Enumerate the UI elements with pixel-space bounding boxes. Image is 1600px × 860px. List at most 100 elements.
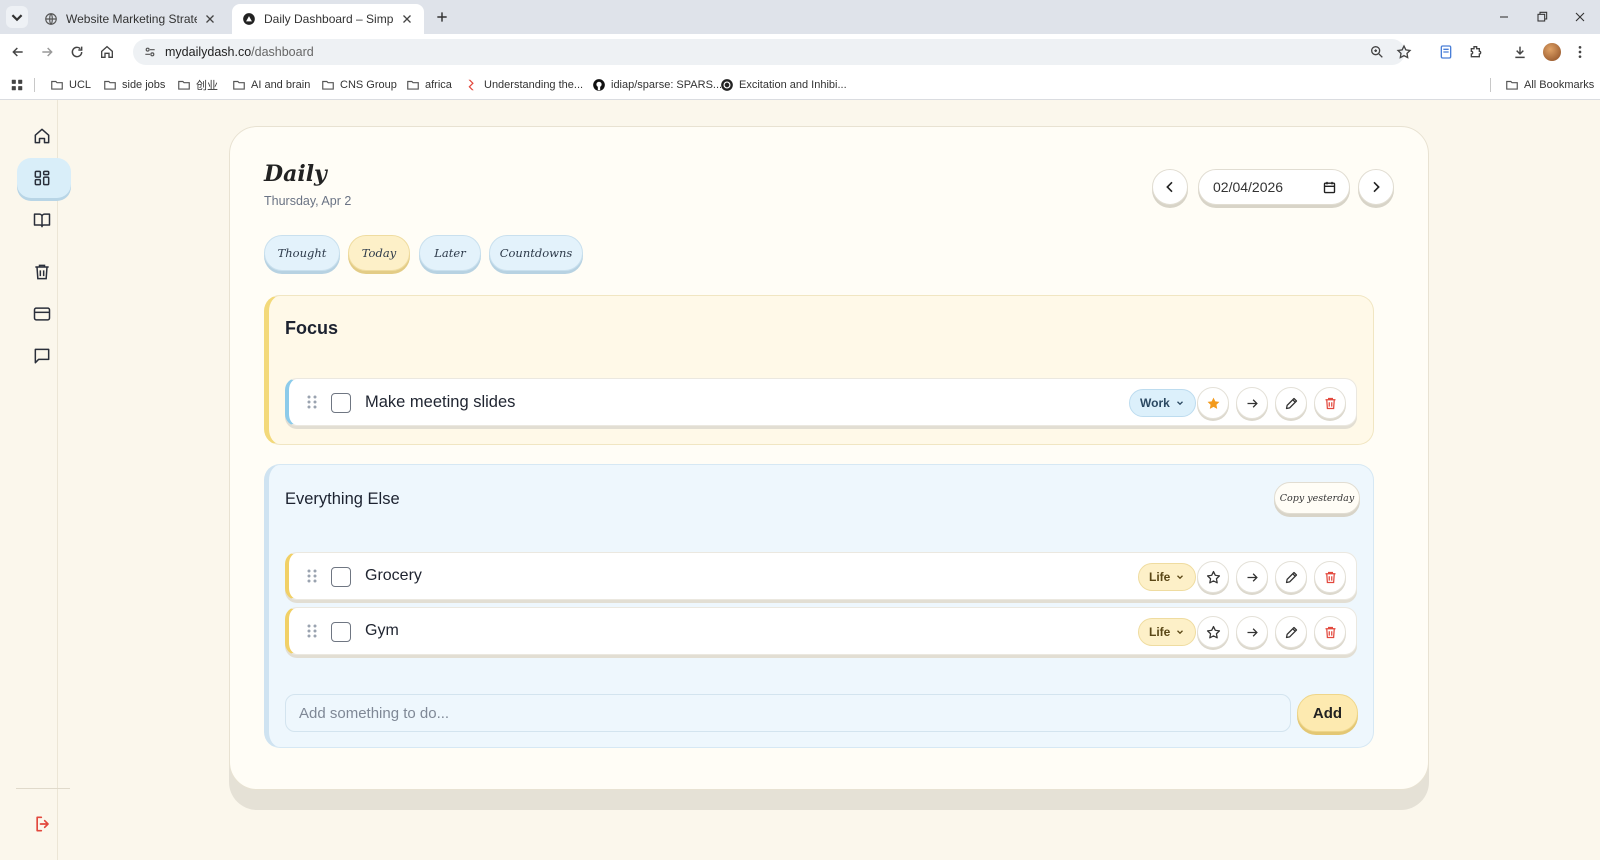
- everything-else-title: Everything Else: [285, 490, 400, 508]
- extensions-icon[interactable]: [1468, 44, 1484, 60]
- sidebar-item-journal[interactable]: [17, 200, 71, 240]
- url-text: mydailydash.co/dashboard: [165, 45, 314, 59]
- zoom-icon[interactable]: [1369, 44, 1385, 60]
- bookmark-item[interactable]: Understanding the...: [465, 76, 583, 94]
- sidebar-item-home[interactable]: [17, 116, 71, 156]
- daily-dashboard-card: Daily Thursday, Apr 2 02/04/2026 Thought…: [229, 126, 1429, 790]
- star-button[interactable]: [1197, 387, 1229, 419]
- category-dropdown[interactable]: Life: [1138, 618, 1197, 646]
- bookmark-item[interactable]: idiap/sparse: SPARS...: [592, 76, 722, 94]
- add-task-button[interactable]: Add: [1297, 694, 1358, 732]
- arrow-right-icon: [1245, 570, 1260, 585]
- delete-button[interactable]: [1314, 387, 1346, 419]
- trash-icon: [1323, 396, 1338, 411]
- chevron-down-icon: [1175, 627, 1185, 637]
- reading-mode-icon[interactable]: [1438, 44, 1454, 60]
- task-row[interactable]: Grocery Life: [285, 552, 1357, 600]
- task-text: Gym: [365, 622, 399, 639]
- browser-tab-active[interactable]: Daily Dashboard – Simple Life &: [232, 4, 424, 34]
- home-browser-icon[interactable]: [99, 44, 115, 60]
- downloads-icon[interactable]: [1512, 44, 1528, 60]
- task-row[interactable]: Gym Life: [285, 607, 1357, 655]
- close-window-icon[interactable]: [1572, 9, 1588, 25]
- move-later-button[interactable]: [1236, 616, 1268, 648]
- all-bookmarks-button[interactable]: All Bookmarks: [1505, 76, 1594, 94]
- edit-button[interactable]: [1275, 387, 1307, 419]
- new-tab-plus-icon[interactable]: [434, 9, 450, 25]
- sidebar-item-trash[interactable]: [17, 252, 71, 292]
- add-task-input[interactable]: [285, 694, 1291, 732]
- move-later-button[interactable]: [1236, 387, 1268, 419]
- delete-button[interactable]: [1314, 561, 1346, 593]
- star-outline-icon: [1206, 570, 1221, 585]
- task-text: Make meeting slides: [365, 393, 516, 411]
- move-later-button[interactable]: [1236, 561, 1268, 593]
- chevron-down-icon: [1175, 398, 1185, 408]
- bookmark-item[interactable]: Excitation and Inhibi...: [720, 76, 847, 94]
- edit-button[interactable]: [1275, 616, 1307, 648]
- dashboard-grid-icon: [32, 168, 52, 188]
- folder-icon: [177, 78, 191, 92]
- profile-avatar[interactable]: [1543, 43, 1561, 61]
- bookmark-star-icon[interactable]: [1396, 44, 1412, 60]
- browser-tab[interactable]: Website Marketing Strategies: [34, 4, 227, 34]
- all-bookmarks-label: All Bookmarks: [1524, 79, 1595, 91]
- star-button[interactable]: [1197, 561, 1229, 593]
- bookmark-item[interactable]: CNS Group: [321, 76, 397, 94]
- forward-arrow-icon[interactable]: [39, 44, 55, 60]
- close-tab-icon[interactable]: [203, 12, 217, 26]
- bookmark-item[interactable]: 创业: [177, 76, 218, 94]
- minimize-icon[interactable]: [1496, 9, 1512, 25]
- copy-yesterday-button[interactable]: Copy yesterday: [1274, 482, 1360, 514]
- close-tab-icon[interactable]: [400, 12, 414, 26]
- task-checkbox[interactable]: [331, 393, 351, 413]
- pencil-icon: [1284, 570, 1299, 585]
- category-dropdown[interactable]: Work: [1129, 389, 1196, 417]
- tab-thought[interactable]: Thought: [264, 235, 340, 271]
- tab-search-button[interactable]: [6, 6, 28, 28]
- site-info-icon[interactable]: [143, 45, 157, 59]
- drag-handle-icon[interactable]: [305, 623, 319, 639]
- back-arrow-icon[interactable]: [10, 44, 26, 60]
- drag-handle-icon[interactable]: [305, 394, 319, 410]
- task-row[interactable]: Make meeting slides Work: [285, 378, 1357, 426]
- delete-button[interactable]: [1314, 616, 1346, 648]
- github-icon: [592, 78, 606, 92]
- tab-later[interactable]: Later: [419, 235, 481, 271]
- card-icon: [32, 304, 52, 324]
- task-checkbox[interactable]: [331, 622, 351, 642]
- bookmark-favicon: [465, 78, 479, 92]
- bookmark-label: UCL: [69, 79, 92, 91]
- task-checkbox[interactable]: [331, 567, 351, 587]
- reload-icon[interactable]: [69, 44, 85, 60]
- focus-title: Focus: [285, 318, 339, 338]
- url-bar[interactable]: mydailydash.co/dashboard: [133, 39, 1405, 65]
- next-day-button[interactable]: [1358, 169, 1394, 205]
- logout-icon[interactable]: [33, 814, 53, 834]
- calendar-icon[interactable]: [1322, 180, 1337, 195]
- bookmark-label: africa: [425, 79, 452, 91]
- restore-icon[interactable]: [1534, 9, 1550, 25]
- focus-section: Focus Make meeting slides Work: [264, 295, 1374, 445]
- apps-grid-icon[interactable]: [10, 78, 24, 92]
- tab-today[interactable]: Today: [348, 235, 410, 271]
- sidebar-item-billing[interactable]: [17, 294, 71, 334]
- sidebar-item-dashboard[interactable]: [17, 158, 71, 198]
- tab-countdowns[interactable]: Countdowns: [489, 235, 583, 271]
- folder-icon: [321, 78, 335, 92]
- bookmark-item[interactable]: side jobs: [103, 76, 165, 94]
- edit-button[interactable]: [1275, 561, 1307, 593]
- page-title: Daily: [264, 161, 327, 187]
- drag-handle-icon[interactable]: [305, 568, 319, 584]
- date-picker-input[interactable]: 02/04/2026: [1198, 169, 1350, 205]
- bookmark-item[interactable]: AI and brain: [232, 76, 310, 94]
- previous-day-button[interactable]: [1152, 169, 1188, 205]
- more-menu-icon[interactable]: [1572, 44, 1588, 60]
- date-value: 02/04/2026: [1213, 179, 1284, 195]
- category-dropdown[interactable]: Life: [1138, 563, 1197, 591]
- bookmark-item[interactable]: africa: [406, 76, 452, 94]
- site-favicon: [720, 78, 734, 92]
- bookmark-item[interactable]: UCL: [50, 76, 91, 94]
- sidebar-item-messages[interactable]: [17, 336, 71, 376]
- star-button[interactable]: [1197, 616, 1229, 648]
